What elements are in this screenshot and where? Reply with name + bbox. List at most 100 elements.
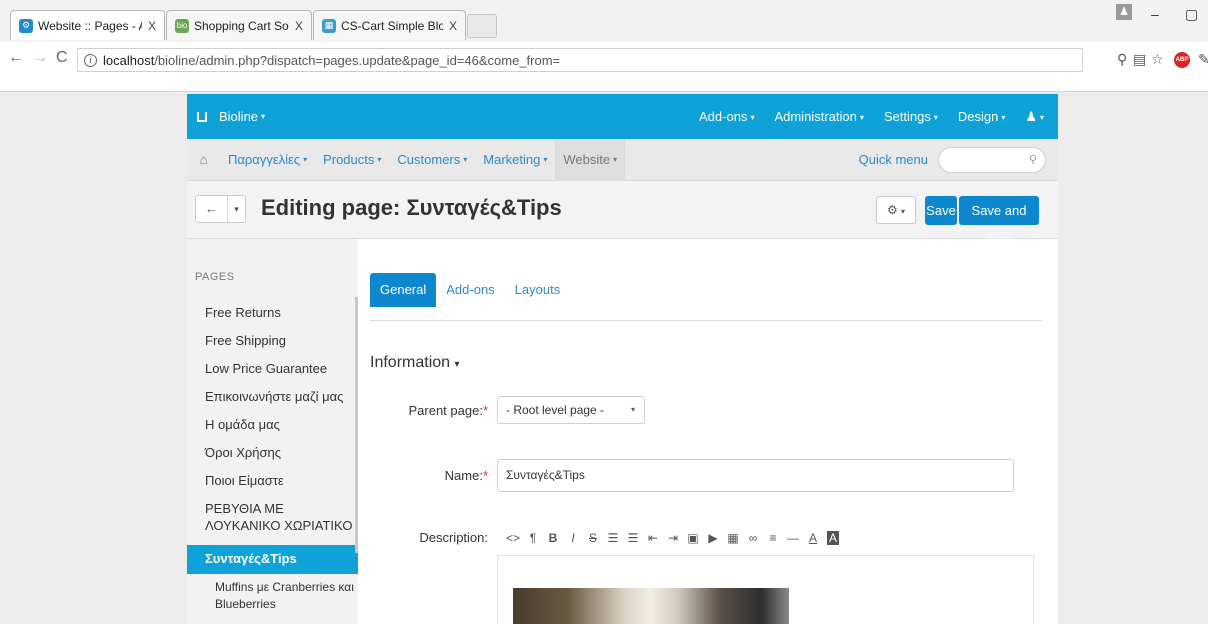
adblock-icon[interactable]: ABP xyxy=(1174,52,1190,68)
label-text: Name: xyxy=(444,468,483,483)
code-view-icon[interactable]: <> xyxy=(503,531,523,545)
minimize-icon[interactable]: – xyxy=(1151,6,1159,22)
sidebar-sub-item[interactable]: Muffins με Cranberries και Blueberries xyxy=(187,574,358,618)
chevron-down-icon: ▾ xyxy=(377,155,382,164)
profile-icon[interactable]: ♟ xyxy=(1116,4,1132,20)
sidebar-item[interactable]: ΡΕΒΥΘΙΑ ΜΕ ΛΟΥΚΑΝΙΚΟ ΧΩΡΙΑΤΙΚΟ xyxy=(187,495,358,539)
sidebar-item[interactable]: Ποιοι Είμαστε xyxy=(187,467,358,495)
quick-search-input[interactable]: ⚲ xyxy=(938,146,1046,173)
sidebar-item[interactable]: Free Returns xyxy=(187,299,358,327)
menu-settings[interactable]: Settings ▾ xyxy=(884,109,938,124)
star-icon[interactable]: ☆ xyxy=(1151,51,1164,68)
tab-layouts[interactable]: Layouts xyxy=(505,273,571,307)
paragraph-icon[interactable]: ¶ xyxy=(523,531,543,545)
tab-addons[interactable]: Add-ons xyxy=(436,273,504,307)
numbered-list-icon[interactable]: ☰ xyxy=(623,531,643,545)
chevron-down-icon: ▾ xyxy=(234,203,239,214)
font-color-icon[interactable]: A xyxy=(803,531,823,545)
tab-general[interactable]: General xyxy=(370,273,437,307)
tabs-divider xyxy=(370,320,1042,321)
restore-icon[interactable]: ▢ xyxy=(1185,6,1198,23)
nav-orders[interactable]: Παραγγελίες ▾ xyxy=(220,139,315,181)
nav-label: Customers xyxy=(397,152,461,167)
italic-icon[interactable]: I xyxy=(563,531,583,545)
name-input[interactable]: Συνταγές&Tips xyxy=(497,459,1014,492)
browser-tab-shopping-cart[interactable]: bio Shopping Cart Software X xyxy=(166,10,312,40)
link-icon[interactable]: ∞ xyxy=(743,531,763,545)
url-host: localhost xyxy=(103,52,155,68)
select-value: - Root level page - xyxy=(506,403,605,417)
quick-menu-link[interactable]: Quick menu xyxy=(859,152,928,167)
nav-website[interactable]: Website ▾ xyxy=(555,138,626,181)
tab-label: CS-Cart Simple Blog Add xyxy=(341,18,443,33)
sidebar-item[interactable]: Low Price Guarantee xyxy=(187,355,358,383)
description-image[interactable] xyxy=(513,588,789,624)
video-icon[interactable]: ▶ xyxy=(703,531,723,545)
translate-icon[interactable]: ▤ xyxy=(1133,51,1146,68)
bold-icon[interactable]: B xyxy=(543,531,563,545)
name-label: Name:* xyxy=(358,468,488,483)
menu-design[interactable]: Design ▾ xyxy=(958,109,1005,124)
indent-icon[interactable]: ⇥ xyxy=(663,531,683,545)
save-button[interactable]: Save xyxy=(925,196,957,225)
pages-list: Free Returns Free Shipping Low Price Gua… xyxy=(187,299,358,618)
browser-tab-pages[interactable]: ⚙ Website :: Pages - Admin X xyxy=(10,10,165,40)
url-path: /bioline/admin.php?dispatch=pages.update… xyxy=(154,52,561,68)
nav-marketing[interactable]: Marketing ▾ xyxy=(475,139,555,181)
browser-tabstrip: ⚙ Website :: Pages - Admin X bio Shoppin… xyxy=(0,0,1208,42)
forward-arrow-icon[interactable]: → xyxy=(32,49,48,67)
chevron-down-icon: ▾ xyxy=(1039,112,1044,122)
menu-label: Settings xyxy=(883,109,931,124)
sidebar-item[interactable]: Free Shipping xyxy=(187,327,358,355)
reload-icon[interactable]: C xyxy=(56,49,68,67)
admin-top-nav: Bioline ▾ Add-ons ▾ Administration ▾ Settin… xyxy=(187,94,1058,139)
table-icon[interactable]: ▦ xyxy=(723,531,743,545)
url-input[interactable]: i localhost/bioline/admin.php?dispatch=p… xyxy=(77,48,1083,72)
chevron-down-icon: ▾ xyxy=(613,155,618,164)
chevron-down-icon: ▾ xyxy=(543,155,548,164)
chevron-down-icon: ▾ xyxy=(933,113,938,123)
new-tab-button[interactable] xyxy=(467,14,497,38)
parent-page-select[interactable]: - Root level page - ▾ xyxy=(497,396,645,424)
background-color-icon[interactable]: A xyxy=(827,530,839,545)
chevron-down-icon: ▾ xyxy=(750,113,755,123)
menu-addons[interactable]: Add-ons ▾ xyxy=(699,109,754,124)
brand-menu[interactable]: Bioline ▾ xyxy=(187,109,265,124)
brand-label: Bioline xyxy=(219,109,259,124)
close-icon[interactable]: X xyxy=(449,19,457,33)
label-text: Parent page: xyxy=(408,403,483,418)
horizontal-rule-icon[interactable]: — xyxy=(783,531,803,545)
sidebar-item[interactable]: Όροι Χρήσης xyxy=(187,439,358,467)
description-label: Description: xyxy=(419,530,488,545)
sidebar-item[interactable]: Η ομάδα μας xyxy=(187,411,358,439)
required-marker: * xyxy=(482,403,488,418)
zoom-icon[interactable]: ⚲ xyxy=(1117,51,1127,68)
save-and-close-button[interactable]: Save and close xyxy=(959,196,1039,247)
sidebar-item[interactable]: Επικοινωνήστε μαζί μας xyxy=(187,383,358,411)
description-editor[interactable] xyxy=(497,556,1034,624)
bullet-list-icon[interactable]: ☰ xyxy=(603,531,623,545)
chevron-down-icon: ▾ xyxy=(463,155,468,164)
info-icon[interactable]: i xyxy=(84,53,97,67)
align-icon[interactable]: ≡ xyxy=(763,531,783,545)
gear-icon: ⚙ xyxy=(886,203,898,217)
close-icon[interactable]: X xyxy=(295,19,303,33)
wrench-icon[interactable]: ✎ xyxy=(1198,51,1208,68)
settings-dropdown-button[interactable]: ⚙ ▾ xyxy=(876,196,916,224)
information-section-toggle[interactable]: Information ▾ xyxy=(370,354,460,372)
chevron-down-icon: ▾ xyxy=(303,155,308,164)
back-arrow-icon[interactable]: ← xyxy=(8,49,24,67)
close-icon[interactable]: X xyxy=(148,19,156,33)
sidebar-item-active[interactable]: Συνταγές&Tips xyxy=(187,545,358,574)
required-marker: * xyxy=(482,468,488,483)
home-icon[interactable]: ⌂ xyxy=(187,152,220,167)
user-menu[interactable]: ♟ ▾ xyxy=(1025,109,1044,125)
nav-products[interactable]: Products ▾ xyxy=(315,139,389,181)
outdent-icon[interactable]: ⇤ xyxy=(643,531,663,545)
menu-administration[interactable]: Administration ▾ xyxy=(774,109,863,124)
back-button[interactable]: ← ▾ xyxy=(195,195,246,223)
nav-customers[interactable]: Customers ▾ xyxy=(389,139,475,181)
browser-tab-blog[interactable]: ▦ CS-Cart Simple Blog Add X xyxy=(313,10,466,40)
image-icon[interactable]: ▣ xyxy=(683,531,703,545)
strikethrough-icon[interactable]: S xyxy=(583,531,603,545)
